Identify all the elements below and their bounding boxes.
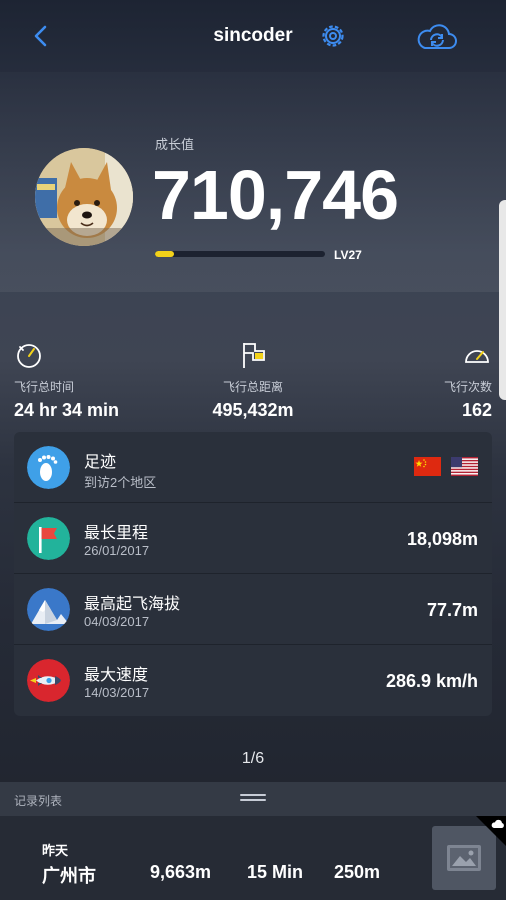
growth-label: 成长值 (155, 137, 195, 152)
stat-value: 24 hr 34 min (14, 400, 120, 420)
mountain-icon (27, 588, 70, 631)
achievement-subtitle: 到访2个地区 (84, 475, 157, 490)
achievement-footprint[interactable]: 足迹 到访2个地区 (14, 432, 492, 503)
records-label: 记录列表 (14, 794, 63, 808)
clock-icon (17, 344, 41, 368)
stat-label: 飞行总距离 (222, 380, 283, 394)
stat-total-time: 飞行总时间 24 hr 34 min (14, 340, 119, 421)
stat-value: 162 (461, 400, 492, 420)
record-distance: 9,663m (150, 862, 212, 882)
footprint-icon (27, 446, 70, 489)
red-flag-icon (27, 517, 70, 560)
top-bar: sincoder (0, 0, 506, 72)
achievement-title: 最大速度 (84, 667, 149, 684)
achievement-value: 18,098m (406, 529, 478, 549)
stat-flight-count: 飞行次数 162 (444, 340, 492, 421)
avatar[interactable] (35, 148, 133, 246)
achievement-date: 04/03/2017 (84, 614, 150, 629)
rocket-icon (27, 659, 70, 702)
growth-value: 710,746 (152, 156, 399, 234)
records-header: 记录列表 (0, 782, 506, 816)
achievement-title: 最长里程 (84, 525, 149, 542)
achievements-card: 足迹 到访2个地区 最长里程 26/01/2017 18,098m 最高起飞海拔… (14, 432, 492, 716)
record-altitude: 250m (334, 862, 381, 882)
stat-total-distance: 飞行总距离 495,432m (208, 340, 298, 421)
stat-label: 飞行总时间 (14, 380, 75, 394)
level-progress-bar (155, 251, 325, 257)
speedometer-icon (465, 350, 489, 363)
achievement-date: 14/03/2017 (84, 685, 150, 700)
record-city: 广州市 (42, 866, 96, 886)
level-label: LV27 (334, 248, 362, 262)
cloud-corner-icon (476, 816, 506, 846)
record-duration: 15 Min (247, 862, 304, 882)
usa-flag-icon (451, 457, 478, 476)
level-progress-fill (155, 251, 174, 257)
achievement-title: 足迹 (84, 454, 117, 471)
achievement-value: 77.7m (426, 600, 478, 620)
page-indicator: 1/6 (241, 750, 265, 767)
side-drawer-handle[interactable] (499, 200, 506, 400)
shiba-avatar-image (35, 148, 133, 246)
achievement-title: 最高起飞海拔 (84, 596, 181, 613)
record-day: 昨天 (42, 843, 69, 858)
china-flag-icon (414, 457, 441, 476)
image-placeholder-icon (447, 845, 481, 871)
flag-outline-icon (243, 343, 265, 368)
drag-handle-icon[interactable] (240, 794, 266, 803)
achievement-date: 26/01/2017 (84, 543, 150, 558)
cloud-sync-icon[interactable] (415, 21, 459, 53)
visited-flags (414, 457, 478, 476)
achievement-highest-altitude[interactable]: 最高起飞海拔 04/03/2017 77.7m (14, 574, 492, 645)
achievement-max-speed[interactable]: 最大速度 14/03/2017 286.9 km/h (14, 645, 492, 716)
stat-value: 495,432m (212, 400, 294, 420)
achievement-longest-distance[interactable]: 最长里程 26/01/2017 18,098m (14, 503, 492, 574)
gear-icon[interactable] (318, 21, 348, 51)
record-item[interactable]: 昨天 广州市 9,663m 15 Min 250m (0, 816, 506, 900)
stat-label: 飞行次数 (443, 380, 492, 394)
achievement-value: 286.9 km/h (385, 671, 478, 691)
